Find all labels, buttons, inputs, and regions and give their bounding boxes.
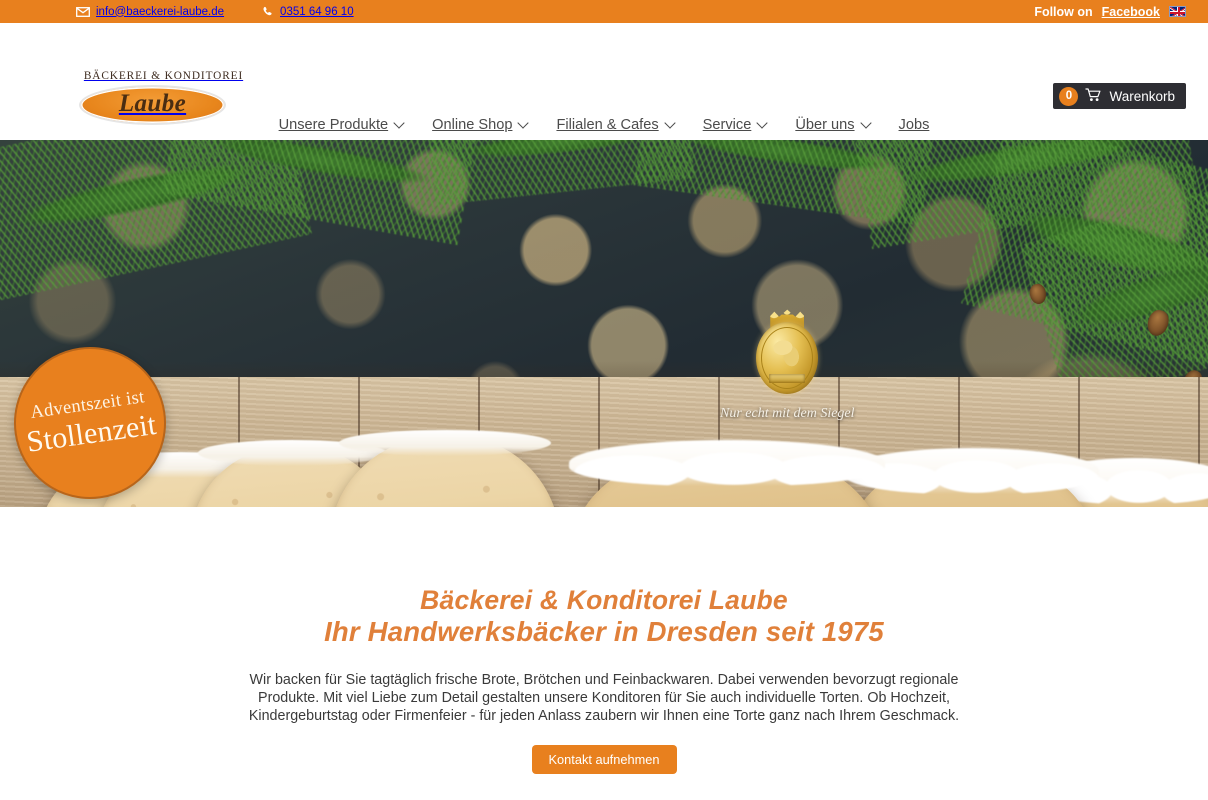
nav-item-jobs[interactable]: Jobs (885, 117, 944, 133)
main-navigation: Unsere Produkte Online Shop Filialen & C… (0, 117, 1208, 133)
cart-label: Warenkorb (1109, 88, 1175, 104)
cart-button[interactable]: 0 Warenkorb (1053, 83, 1186, 109)
logo-top-text: BÄCKEREI & KONDITOREI (83, 70, 244, 82)
topbar-social-group: Follow on Facebook (1034, 0, 1186, 23)
facebook-link[interactable]: Facebook (1102, 5, 1160, 19)
nav-item-service[interactable]: Service (689, 117, 782, 133)
shopping-cart-icon (1085, 87, 1102, 105)
email-link[interactable]: info@baeckerei-laube.de (76, 6, 224, 18)
logo-wordmark: Laube (118, 90, 187, 117)
chevron-down-icon (666, 119, 675, 128)
contact-button[interactable]: Kontakt aufnehmen (531, 745, 677, 775)
nav-item-ueber-uns[interactable]: Über uns (781, 117, 884, 133)
site-logo[interactable]: BÄCKEREI & KONDITOREI Laube (76, 70, 251, 123)
nav-item-filialen-cafes[interactable]: Filialen & Cafes (542, 117, 688, 133)
nav-label: Online Shop (432, 117, 513, 133)
intro-paragraph: Wir backen für Sie tagtäglich frische Br… (248, 671, 960, 724)
phone-link[interactable]: 0351 64 96 10 (262, 6, 354, 18)
headline-line-1: Bäckerei & Konditorei Laube (420, 585, 788, 615)
chevron-down-icon (395, 119, 404, 128)
nav-label: Unsere Produkte (278, 117, 389, 133)
nav-label: Filialen & Cafes (556, 117, 659, 133)
chevron-down-icon (758, 119, 767, 128)
top-utility-bar: info@baeckerei-laube.de 0351 64 96 10 Fo… (0, 0, 1208, 23)
email-text: info@baeckerei-laube.de (96, 5, 225, 18)
stollen-seal-group: Nur echt mit dem Siegel (720, 308, 855, 422)
topbar-contact-group: info@baeckerei-laube.de 0351 64 96 10 (76, 6, 354, 18)
stollen-loaf-raisin (568, 440, 886, 507)
phone-icon (262, 6, 274, 18)
nav-label: Jobs (898, 117, 930, 133)
follow-prefix-text: Follow on (1034, 4, 1093, 19)
dresdner-stollen-seal-icon (754, 308, 820, 394)
cart-count-badge: 0 (1059, 86, 1079, 106)
seal-caption: Nur echt mit dem Siegel (720, 406, 855, 421)
envelope-icon (76, 6, 90, 17)
headline-line-2: Ihr Handwerksbäcker in Dresden seit 1975 (324, 615, 884, 647)
site-header: BÄCKEREI & KONDITOREI Laube 0 Warenkorb … (0, 23, 1208, 140)
nav-label: Über uns (795, 117, 855, 133)
chevron-down-icon (519, 119, 528, 128)
phone-text: 0351 64 96 10 (280, 5, 354, 18)
nav-item-online-shop[interactable]: Online Shop (418, 117, 542, 133)
uk-flag-icon[interactable] (1169, 6, 1186, 17)
page-title: Bäckerei & Konditorei Laube Ihr Handwerk… (0, 585, 1208, 648)
nav-item-unsere-produkte[interactable]: Unsere Produkte (265, 117, 419, 133)
chevron-down-icon (862, 119, 871, 128)
hero-banner: Adventszeit ist Stollenzeit Nur echt mit… (0, 140, 1208, 507)
nav-label: Service (702, 117, 752, 133)
intro-section: Bäckerei & Konditorei Laube Ihr Handwerk… (0, 507, 1208, 775)
stollen-loaf-marzipan (330, 430, 560, 507)
